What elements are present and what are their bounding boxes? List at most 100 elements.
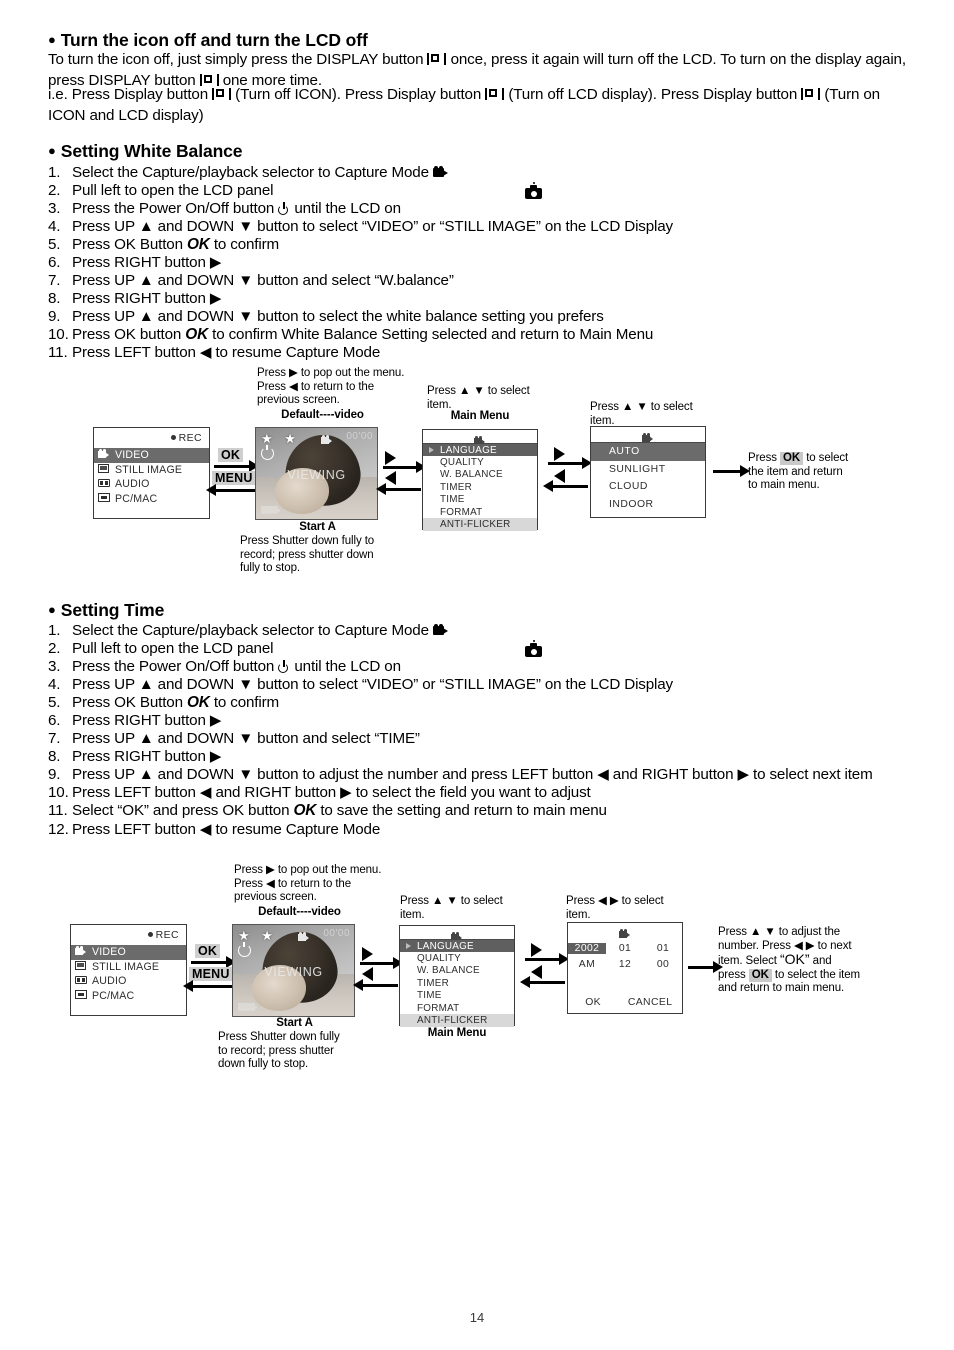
audio-icon (98, 478, 111, 490)
list-item: 10. Press OK button OK to confirm White … (48, 326, 654, 344)
display-button-icon (199, 73, 219, 86)
time-field-hour[interactable]: 12 (606, 959, 644, 970)
arrow-from-wb (543, 480, 588, 493)
wb-item-cloud[interactable]: CLOUD (591, 478, 705, 496)
menu-item-quality[interactable]: QUALITY (423, 456, 537, 468)
menu-item-anti-flicker[interactable]: ANTI-FLICKER (400, 1014, 514, 1027)
still-camera-icon (525, 182, 542, 201)
menu-item-language[interactable]: LANGUAGE (423, 444, 537, 457)
time-field-ampm[interactable]: AM (568, 959, 606, 970)
mode-item-pc-mac[interactable]: PC/MAC (71, 989, 186, 1004)
list-item: 6. Press RIGHT button ▶ (48, 254, 222, 272)
list-item: 2. Pull left to open the LCD panel (48, 640, 274, 658)
pc-mac-icon (75, 989, 88, 1002)
display-button-icon (212, 88, 232, 100)
time-setting-panel[interactable]: 2002 01 01 AM 12 00 OK CANCEL (567, 922, 683, 1014)
menu-item-time[interactable]: TIME (423, 494, 537, 506)
battery-icon (261, 506, 280, 514)
main-menu-panel[interactable]: LANGUAGE QUALITY W. BALANCE TIMER TIME F… (422, 429, 538, 531)
mode-item-still-image[interactable]: STILL IMAGE (94, 463, 209, 478)
ok-key-label[interactable]: OK (195, 944, 221, 958)
list-item: 9. Press UP ▲ and DOWN ▼ button to selec… (48, 308, 604, 326)
right-button-glyph (554, 447, 565, 461)
press-ok-note: Press OK to select the item and return t… (748, 452, 849, 491)
mode-item-audio[interactable]: AUDIO (71, 974, 186, 989)
section-heading-lcd-off: ● Turn the icon off and turn the LCD off (48, 30, 368, 50)
timecode: 00'00 (323, 928, 350, 939)
viewing-label: VIEWING (264, 965, 323, 980)
wb-item-indoor[interactable]: INDOOR (591, 496, 705, 514)
white-balance-panel[interactable]: AUTO SUNLIGHT CLOUD INDOOR (590, 426, 706, 518)
arrow-to-time (525, 953, 569, 966)
menu-key-label[interactable]: MENU (189, 967, 233, 981)
mode-select-panel[interactable]: REC VIDEO STILL IMAGE AUDIO PC/MAC (93, 427, 210, 519)
menu-item-anti-flicker[interactable]: ANTI-FLICKER (423, 518, 537, 531)
menu-item-language[interactable]: LANGUAGE (400, 940, 514, 953)
arrow-from-menu (353, 979, 398, 992)
time-field-month[interactable]: 01 (606, 943, 644, 954)
time-field-year[interactable]: 2002 (568, 942, 606, 954)
time-cancel-button[interactable]: CANCEL (618, 997, 682, 1008)
rec-indicator: REC (147, 929, 179, 941)
list-item: 7. Press UP ▲ and DOWN ▼ button and sele… (48, 272, 454, 290)
menu-key-label[interactable]: MENU (212, 471, 256, 485)
still-camera-icon (525, 640, 542, 659)
list-item: 1. Select the Capture/playback selector … (48, 622, 913, 640)
adjust-note: Press ▲ ▼ to adjust the number. Press ◀ … (718, 926, 861, 994)
mode-item-video[interactable]: VIDEO (71, 945, 186, 960)
select-item-note-2: Press ▲ ▼ to select item. (590, 401, 693, 427)
time-field-minute[interactable]: 00 (644, 959, 682, 970)
time-ok-button[interactable]: OK (568, 997, 618, 1008)
arrow-to-menu (360, 957, 403, 970)
ok-button-label: OK (293, 802, 317, 820)
mode-item-video[interactable]: VIDEO (94, 448, 209, 463)
menu-item-timer[interactable]: TIMER (423, 481, 537, 493)
video-icon (98, 449, 111, 461)
caret-icon (406, 943, 411, 950)
time-field-day[interactable]: 01 (644, 943, 682, 954)
list-item: 11. Select “OK” and press OK button OK t… (48, 802, 607, 820)
main-menu-panel[interactable]: LANGUAGE QUALITY W. BALANCE TIMER TIME F… (399, 925, 515, 1027)
arrow-menu-left (183, 980, 232, 993)
arrow-to-ok-note (713, 465, 750, 478)
video-mode-icon (298, 928, 310, 946)
menu-item-quality[interactable]: QUALITY (400, 952, 514, 964)
bullet-icon: ● (48, 143, 56, 158)
camcorder-icon (432, 624, 449, 637)
display-button-icon (485, 88, 505, 100)
right-button-glyph (531, 943, 542, 957)
menu-item-format[interactable]: FORMAT (423, 506, 537, 518)
list-item: 1. Select the Capture/playback selector … (48, 164, 908, 182)
arrow-from-menu (376, 483, 421, 496)
right-button-glyph (385, 451, 396, 465)
display-button-icon (801, 88, 821, 100)
list-item: 10. Press LEFT button ◀ and RIGHT button… (48, 784, 591, 802)
menu-item-time[interactable]: TIME (400, 990, 514, 1002)
ok-key-label[interactable]: OK (218, 448, 244, 462)
section1-paragraph-2: i.e. Press Display button (Turn off ICON… (48, 86, 880, 124)
still-image-icon (75, 960, 88, 973)
mode-select-panel[interactable]: REC VIDEO STILL IMAGE AUDIO PC/MAC (70, 924, 187, 1016)
list-item: 5. Press OK Button OK to confirm (48, 236, 280, 254)
arrow-menu-left (206, 484, 255, 497)
caret-icon (429, 447, 434, 454)
wb-item-sunlight[interactable]: SUNLIGHT (591, 461, 705, 479)
select-item-note: Press ▲ ▼ to select item. (427, 385, 530, 411)
popout-note: Press ▶ to pop out the menu. Press ◀ to … (257, 367, 405, 406)
mode-item-still-image[interactable]: STILL IMAGE (71, 960, 186, 975)
left-button-glyph (362, 967, 373, 981)
display-button-icon (427, 53, 447, 65)
mode-item-audio[interactable]: AUDIO (94, 477, 209, 492)
menu-item-w-balance[interactable]: W. BALANCE (400, 965, 514, 977)
bullet-icon: ● (48, 32, 56, 47)
timer-icon (238, 942, 251, 957)
menu-item-w-balance[interactable]: W. BALANCE (423, 469, 537, 481)
menu-item-format[interactable]: FORMAT (400, 1002, 514, 1014)
mode-item-pc-mac[interactable]: PC/MAC (94, 492, 209, 507)
menu-item-timer[interactable]: TIMER (400, 977, 514, 989)
setting-time-steps: 1. Select the Capture/playback selector … (48, 622, 913, 839)
menu-header (568, 923, 682, 938)
ok-button-label: OK (186, 236, 210, 254)
bullet-icon: ● (48, 602, 56, 617)
power-icon (278, 660, 290, 674)
